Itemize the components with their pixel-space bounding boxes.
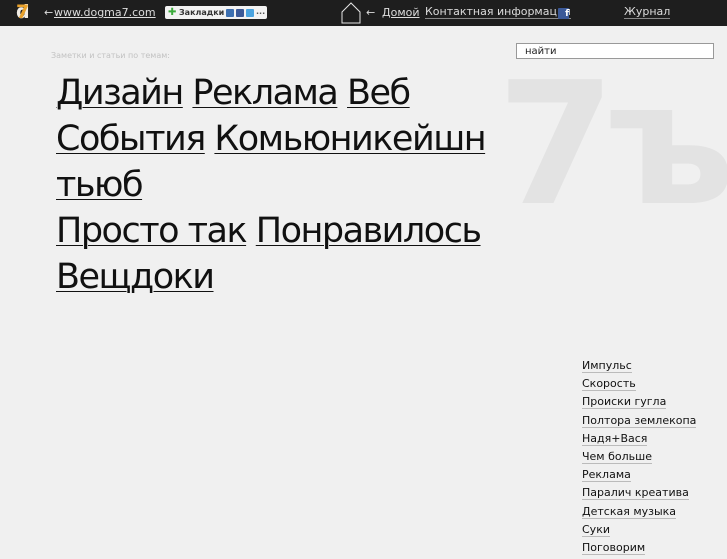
post-link[interactable]: Детская музыка [582,504,677,519]
tag-link[interactable]: Просто так [56,211,248,251]
list-item: Надя+Вася [582,431,696,450]
share-icon-2[interactable] [236,9,244,17]
list-item: Полтора землекопа [582,413,697,432]
plus-icon: ✚ [168,7,177,18]
list-item: Происки гугла [582,395,696,413]
home-link[interactable]: Домой [382,6,420,19]
post-link[interactable]: Импульс [582,359,632,373]
bookmarks-label: Закладки [179,8,225,17]
top-bar: d7 ← www.dogma7.com ✚ Закладки ... ← Дом… [0,0,727,26]
tag-cloud: Дизайн Реклама Веб События Комьюникейшн … [56,70,576,300]
tag-link[interactable]: Дизайн [56,73,184,113]
back-arrow-icon: ← [44,6,54,19]
bookmarks-more[interactable]: ... [256,5,265,18]
tag-link[interactable]: Понравилось [256,211,482,251]
contact-link[interactable]: Контактная информация [425,6,571,19]
share-icon-3[interactable] [246,9,254,17]
post-link[interactable]: Скорость [582,377,636,392]
journal-link[interactable]: Журнал [624,6,671,19]
list-item: Детская музыка [582,504,696,523]
share-icon-1[interactable] [226,9,234,17]
post-link[interactable]: Поговорим [582,540,646,555]
home-arrow-icon: ← [366,6,376,19]
list-item: Импульс [582,359,696,377]
logo-seven: 7 [16,1,29,23]
post-link[interactable]: Происки гугла [582,395,667,410]
tag-link[interactable]: Комьюникейшн [214,119,486,159]
post-link[interactable]: Суки [582,522,610,537]
list-item: Скорость [582,377,696,395]
bookmarks-button[interactable]: ✚ Закладки ... [165,6,267,19]
list-item: Чем больше [582,449,696,468]
post-link[interactable]: Реклама [582,468,631,483]
list-item: Реклама [582,468,696,486]
post-link[interactable]: Паралич креатива [582,486,689,501]
post-list: Импульс Скорость Происки гугла Полтора з… [582,359,697,559]
list-item: Суки [582,522,696,541]
post-link[interactable]: Чем больше [582,449,652,464]
post-link[interactable]: Надя+Вася [582,431,648,446]
list-item: Поговорим [582,540,696,559]
tag-link[interactable]: События [56,119,206,159]
post-link[interactable]: Полтора землекопа [582,413,697,428]
tag-link[interactable]: Реклама [192,73,338,113]
list-item: Паралич креатива [582,486,696,504]
tag-link[interactable]: тьюб [56,165,144,205]
site-link[interactable]: www.dogma7.com [54,6,156,19]
tag-link[interactable]: Вещдоки [56,257,215,297]
facebook-icon[interactable]: f [558,8,569,19]
tag-link[interactable]: Веб [347,73,411,113]
subtitle: Заметки и статьи по темам: [51,51,170,60]
home-icon[interactable] [341,2,361,24]
